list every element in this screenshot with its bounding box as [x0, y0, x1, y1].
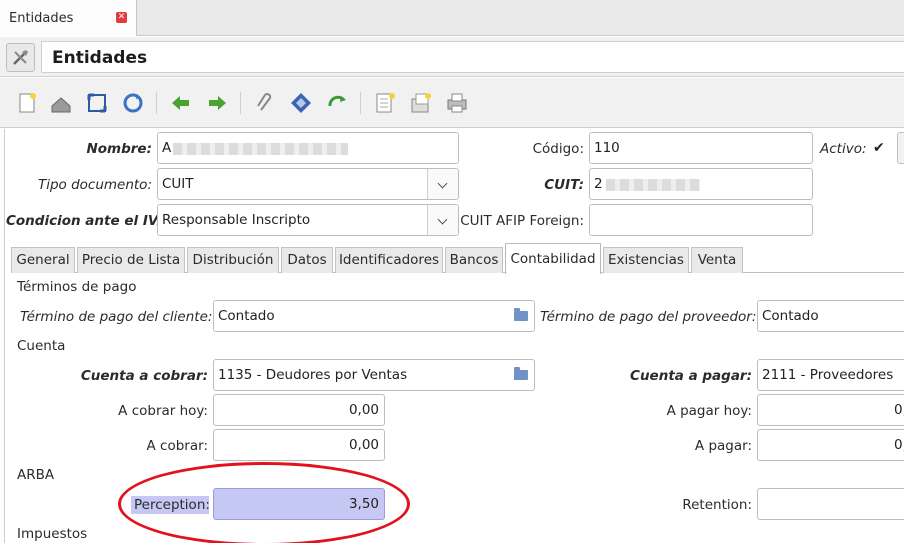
cobrar-label: A cobrar: — [146, 438, 208, 454]
perception-label: Perception: — [131, 496, 210, 514]
tab-existencias[interactable]: Existencias — [603, 247, 689, 273]
report-icon[interactable] — [372, 90, 398, 116]
termino-proveedor-field[interactable]: Contado — [757, 300, 904, 332]
perception-field[interactable]: 3,50 — [213, 488, 385, 520]
tipo-doc-select[interactable]: CUIT — [157, 168, 459, 200]
tab-distribucion[interactable]: Distribución — [187, 247, 279, 273]
termino-cliente-value: Contado — [218, 308, 275, 324]
tab-general[interactable]: General — [11, 247, 75, 273]
tipo-doc-value: CUIT — [162, 176, 194, 192]
tab-bancos[interactable]: Bancos — [445, 247, 503, 273]
window-tab-bar: Entidades ✕ — [0, 0, 904, 36]
attachment-icon[interactable] — [252, 90, 278, 116]
fullscreen-icon[interactable] — [84, 90, 110, 116]
tab-datos[interactable]: Datos — [281, 247, 333, 273]
retention-label: Retention: — [682, 497, 752, 513]
page-title: Entidades — [52, 48, 148, 68]
window-tab-label: Entidades — [9, 11, 74, 26]
termino-proveedor-label: Término de pago del proveedor: — [540, 309, 757, 325]
arba-section-title: ARBA — [17, 467, 55, 483]
cuit-afip-label: CUIT AFIP Foreign: — [460, 213, 584, 229]
cuit-label: CUIT: — [544, 177, 584, 193]
impuestos-section-title: Impuestos — [17, 526, 88, 542]
cuenta-section-title: Cuenta — [17, 338, 66, 354]
cobrar-hoy-value: 0,00 — [348, 402, 379, 418]
cobrar-field[interactable]: 0,00 — [213, 429, 385, 461]
pagar-hoy-label: A pagar hoy: — [666, 403, 752, 419]
close-tab-icon[interactable]: ✕ — [116, 12, 127, 23]
pagar-field[interactable]: 0, — [757, 429, 904, 461]
window-title-bar: Entidades — [0, 37, 904, 77]
pagar-hoy-value: 0, — [894, 402, 904, 418]
cobrar-hoy-field[interactable]: 0,00 — [213, 394, 385, 426]
tab-identificadores[interactable]: Identificadores — [335, 247, 443, 273]
folder-icon[interactable] — [514, 367, 528, 380]
termino-proveedor-value: Contado — [762, 308, 819, 324]
tipo-doc-label: Tipo documento: — [37, 177, 152, 193]
tab-venta[interactable]: Venta — [691, 247, 743, 273]
side-button[interactable] — [897, 132, 904, 164]
perception-value: 3,50 — [348, 496, 379, 512]
cuenta-pagar-label: Cuenta a pagar: — [630, 368, 752, 384]
iva-value: Responsable Inscripto — [162, 212, 311, 228]
cuit-afip-field[interactable] — [589, 204, 813, 236]
zoom-across-icon[interactable] — [288, 90, 314, 116]
pagar-label: A pagar: — [694, 438, 752, 454]
tools-button[interactable] — [6, 43, 35, 72]
cuenta-cobrar-value: 1135 - Deudores por Ventas — [218, 367, 408, 383]
redacted-block — [606, 179, 700, 191]
nombre-value: A — [162, 140, 172, 156]
cuenta-cobrar-field[interactable]: 1135 - Deudores por Ventas — [213, 359, 535, 391]
cuenta-cobrar-label: Cuenta a cobrar: — [80, 368, 208, 384]
termino-cliente-field[interactable]: Contado — [213, 300, 535, 332]
cuit-field[interactable]: 2 — [589, 168, 813, 200]
cobrar-hoy-label: A cobrar hoy: — [118, 403, 208, 419]
cuenta-pagar-value: 2111 - Proveedores — [762, 367, 894, 383]
activo-label: Activo: — [820, 141, 867, 157]
window-tab-entidades[interactable]: Entidades ✕ — [0, 0, 137, 36]
cobrar-value: 0,00 — [348, 437, 379, 453]
save-icon[interactable] — [48, 90, 74, 116]
activo-checkbox[interactable]: ✔ — [873, 141, 887, 155]
archive-icon[interactable] — [408, 90, 434, 116]
pagar-hoy-field[interactable]: 0, — [757, 394, 904, 426]
cuit-value: 2 — [594, 176, 603, 192]
next-icon[interactable] — [204, 90, 230, 116]
nombre-field[interactable]: A — [157, 132, 459, 164]
redacted-block — [173, 143, 348, 155]
chevron-down-icon[interactable] — [427, 169, 458, 199]
terminos-section-title: Términos de pago — [17, 279, 137, 295]
codigo-field[interactable]: 110 — [589, 132, 813, 164]
retention-field[interactable] — [757, 488, 904, 520]
workflow-icon[interactable] — [324, 90, 350, 116]
detail-tabs: General Precio de Lista Distribución Dat… — [11, 243, 904, 274]
print-icon[interactable] — [444, 90, 470, 116]
iva-select[interactable]: Responsable Inscripto — [157, 204, 459, 236]
cuenta-pagar-field[interactable]: 2111 - Proveedores — [757, 359, 904, 391]
new-record-icon[interactable] — [14, 90, 40, 116]
page-title-box: Entidades — [41, 41, 904, 73]
pagar-value: 0, — [894, 437, 904, 453]
tab-contabilidad[interactable]: Contabilidad — [505, 243, 601, 274]
iva-label: Condicion ante el IVA: — [6, 213, 174, 229]
refresh-icon[interactable] — [120, 90, 146, 116]
nombre-label: Nombre: — [86, 141, 152, 157]
termino-cliente-label: Término de pago del cliente: — [20, 309, 213, 325]
previous-icon[interactable] — [168, 90, 194, 116]
codigo-label: Código: — [532, 141, 584, 157]
tab-precio-de-lista[interactable]: Precio de Lista — [77, 247, 185, 273]
folder-icon[interactable] — [514, 308, 528, 321]
tools-icon — [13, 50, 28, 65]
chevron-down-icon[interactable] — [427, 205, 458, 235]
main-toolbar — [0, 78, 904, 128]
codigo-value: 110 — [594, 140, 620, 156]
